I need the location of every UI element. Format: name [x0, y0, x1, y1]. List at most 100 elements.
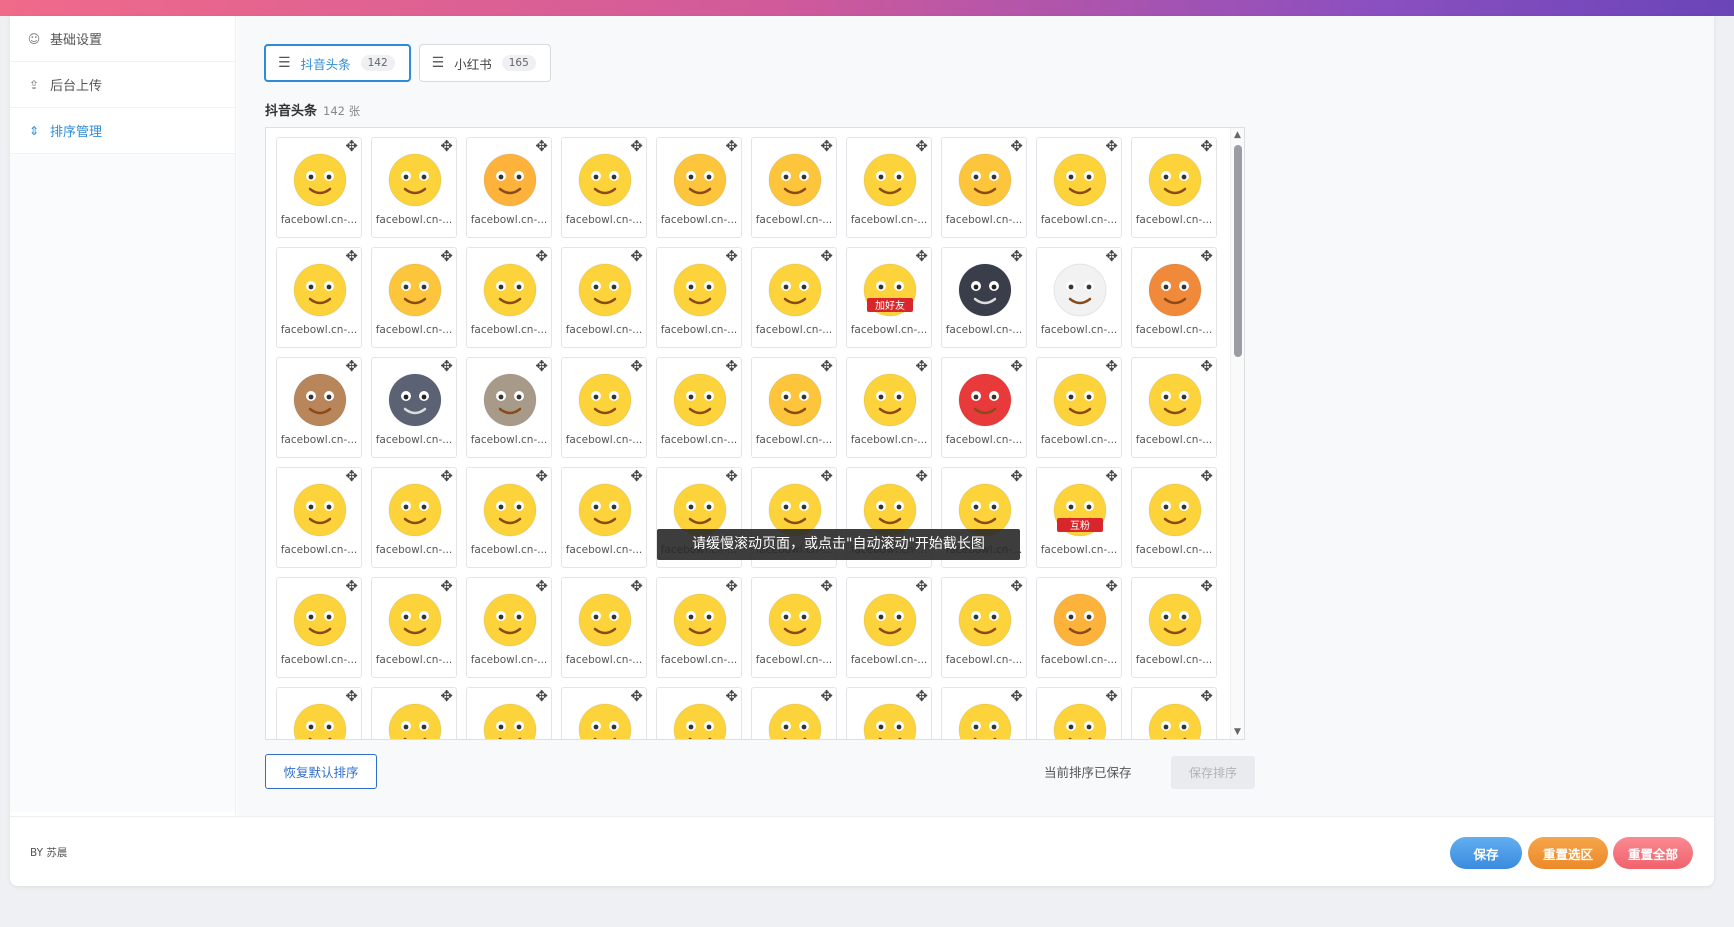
- emoji-card[interactable]: ✥facebowl.cn-...: [1036, 137, 1122, 238]
- emoji-filename: facebowl.cn-...: [1040, 544, 1118, 556]
- emoji-card[interactable]: ✥: [941, 687, 1027, 739]
- grid-scrollbar[interactable]: ▲ ▼: [1230, 128, 1244, 739]
- emoji-card[interactable]: ✥facebowl.cn-...: [941, 577, 1027, 678]
- emoji-card[interactable]: ✥facebowl.cn-...: [561, 247, 647, 348]
- reset-all-button[interactable]: 重置全部: [1613, 837, 1693, 869]
- sidebar-item-label: 后台上传: [50, 79, 103, 94]
- emoji-card[interactable]: ✥facebowl.cn-...: [466, 357, 552, 458]
- emoji-card[interactable]: ✥facebowl.cn-...: [466, 577, 552, 678]
- emoji-card[interactable]: ✥facebowl.cn-...: [751, 577, 837, 678]
- emoji-card[interactable]: ✥facebowl.cn-...: [561, 357, 647, 458]
- emoji-card[interactable]: ✥facebowl.cn-...: [1036, 247, 1122, 348]
- emoji-card[interactable]: ✥: [1131, 687, 1217, 739]
- emoji-card[interactable]: ✥facebowl.cn-...: [276, 137, 362, 238]
- emoji-card[interactable]: ✥ 互粉 facebowl.cn-...: [1036, 467, 1122, 568]
- emoji-card[interactable]: ✥facebowl.cn-...: [941, 137, 1027, 238]
- emoji-card[interactable]: ✥: [276, 687, 362, 739]
- emoji-card[interactable]: ✥facebowl.cn-...: [276, 247, 362, 348]
- sidebar-item-sort-management[interactable]: ⇕ 排序管理: [10, 108, 235, 154]
- emoji-filename: facebowl.cn-...: [280, 214, 358, 226]
- emoji-card[interactable]: ✥facebowl.cn-...: [466, 247, 552, 348]
- emoji-face-icon: [768, 703, 822, 739]
- emoji-card[interactable]: ✥: [561, 687, 647, 739]
- save-sort-button[interactable]: 保存排序: [1171, 756, 1255, 789]
- emoji-filename: facebowl.cn-...: [1040, 654, 1118, 666]
- scroll-down-icon[interactable]: ▼: [1234, 727, 1241, 737]
- emoji-face-icon: [958, 593, 1012, 647]
- emoji-card[interactable]: ✥facebowl.cn-...: [751, 247, 837, 348]
- emoji-card[interactable]: ✥: [846, 687, 932, 739]
- emoji-face-icon: [1148, 263, 1202, 317]
- scroll-capture-toast: 请缓慢滚动页面，或点击"自动滚动"开始截长图: [657, 529, 1020, 560]
- emoji-card[interactable]: ✥facebowl.cn-...: [656, 137, 742, 238]
- emoji-card[interactable]: ✥facebowl.cn-...: [941, 357, 1027, 458]
- emoji-filename: facebowl.cn-...: [375, 544, 453, 556]
- emoji-card[interactable]: ✥facebowl.cn-...: [846, 137, 932, 238]
- emoji-card[interactable]: ✥facebowl.cn-...: [371, 137, 457, 238]
- menu-icon: ☰: [431, 55, 445, 71]
- emoji-card[interactable]: ✥facebowl.cn-...: [1131, 577, 1217, 678]
- emoji-card[interactable]: ✥facebowl.cn-...: [371, 247, 457, 348]
- emoji-face-icon: [1053, 703, 1107, 739]
- emoji-filename: facebowl.cn-...: [375, 324, 453, 336]
- emoji-card[interactable]: ✥facebowl.cn-...: [1131, 247, 1217, 348]
- emoji-card[interactable]: ✥facebowl.cn-...: [751, 137, 837, 238]
- emoji-card[interactable]: ✥facebowl.cn-...: [656, 247, 742, 348]
- tab-douyin[interactable]: ☰ 抖音头条 142: [264, 44, 411, 82]
- emoji-face-icon: [1053, 593, 1107, 647]
- emoji-card[interactable]: ✥facebowl.cn-...: [846, 577, 932, 678]
- author-credit: BY 苏晨: [30, 847, 68, 859]
- emoji-card[interactable]: ✥facebowl.cn-...: [561, 577, 647, 678]
- save-button[interactable]: 保存: [1450, 837, 1522, 869]
- emoji-card[interactable]: ✥: [751, 687, 837, 739]
- emoji-face-icon: [388, 263, 442, 317]
- emoji-face-icon: [673, 263, 727, 317]
- emoji-card[interactable]: ✥facebowl.cn-...: [371, 467, 457, 568]
- emoji-card[interactable]: ✥facebowl.cn-...: [466, 137, 552, 238]
- tab-xiaohongshu[interactable]: ☰ 小红书 165: [418, 44, 551, 82]
- emoji-card[interactable]: ✥facebowl.cn-...: [1131, 467, 1217, 568]
- emoji-face-icon: [768, 593, 822, 647]
- reset-selection-button[interactable]: 重置选区: [1528, 837, 1608, 869]
- scroll-thumb[interactable]: [1234, 145, 1242, 357]
- emoji-card[interactable]: ✥facebowl.cn-...: [466, 467, 552, 568]
- emoji-card[interactable]: ✥facebowl.cn-...: [371, 357, 457, 458]
- emoji-filename: facebowl.cn-...: [565, 324, 643, 336]
- emoji-card[interactable]: ✥facebowl.cn-...: [371, 577, 457, 678]
- emoji-card[interactable]: ✥: [656, 687, 742, 739]
- emoji-card[interactable]: ✥: [466, 687, 552, 739]
- tab-count-badge: 142: [360, 55, 395, 71]
- emoji-card[interactable]: ✥facebowl.cn-...: [276, 577, 362, 678]
- emoji-card[interactable]: ✥facebowl.cn-...: [751, 357, 837, 458]
- emoji-card[interactable]: ✥facebowl.cn-...: [941, 247, 1027, 348]
- sidebar-item-upload[interactable]: ⇪ 后台上传: [10, 62, 235, 108]
- emoji-face-icon: [578, 373, 632, 427]
- sidebar-item-basic-settings[interactable]: ☺ 基础设置: [10, 16, 235, 62]
- emoji-card[interactable]: ✥facebowl.cn-...: [561, 137, 647, 238]
- emoji-filename: facebowl.cn-...: [470, 324, 548, 336]
- emoji-card[interactable]: ✥facebowl.cn-...: [276, 467, 362, 568]
- emoji-card[interactable]: ✥facebowl.cn-...: [276, 357, 362, 458]
- sort-icon: ⇕: [28, 123, 40, 138]
- emoji-card[interactable]: ✥facebowl.cn-...: [1131, 357, 1217, 458]
- emoji-card[interactable]: ✥facebowl.cn-...: [1036, 577, 1122, 678]
- emoji-card[interactable]: ✥ 加好友 facebowl.cn-...: [846, 247, 932, 348]
- reset-default-sort-button[interactable]: 恢复默认排序: [265, 754, 377, 789]
- emoji-card[interactable]: ✥: [1036, 687, 1122, 739]
- emoji-face-icon: [673, 703, 727, 739]
- emoji-sort-grid[interactable]: ✥ facebowl.cn-... ✥ facebowl.cn-... ✥ facebow…: [265, 127, 1245, 740]
- emoji-card[interactable]: ✥facebowl.cn-...: [656, 357, 742, 458]
- emoji-card[interactable]: ✥facebowl.cn-...: [846, 357, 932, 458]
- emoji-card[interactable]: ✥facebowl.cn-...: [561, 467, 647, 568]
- emoji-face-icon: [388, 153, 442, 207]
- emoji-filename: facebowl.cn-...: [660, 214, 738, 226]
- emoji-filename: facebowl.cn-...: [470, 214, 548, 226]
- emoji-card[interactable]: ✥facebowl.cn-...: [1036, 357, 1122, 458]
- emoji-filename: facebowl.cn-...: [1135, 434, 1213, 446]
- emoji-card[interactable]: ✥facebowl.cn-...: [656, 577, 742, 678]
- emoji-card[interactable]: ✥: [371, 687, 457, 739]
- emoji-card[interactable]: ✥facebowl.cn-...: [1131, 137, 1217, 238]
- scroll-up-icon[interactable]: ▲: [1234, 130, 1241, 140]
- emoji-filename: facebowl.cn-...: [565, 214, 643, 226]
- emoji-face-icon: [1148, 593, 1202, 647]
